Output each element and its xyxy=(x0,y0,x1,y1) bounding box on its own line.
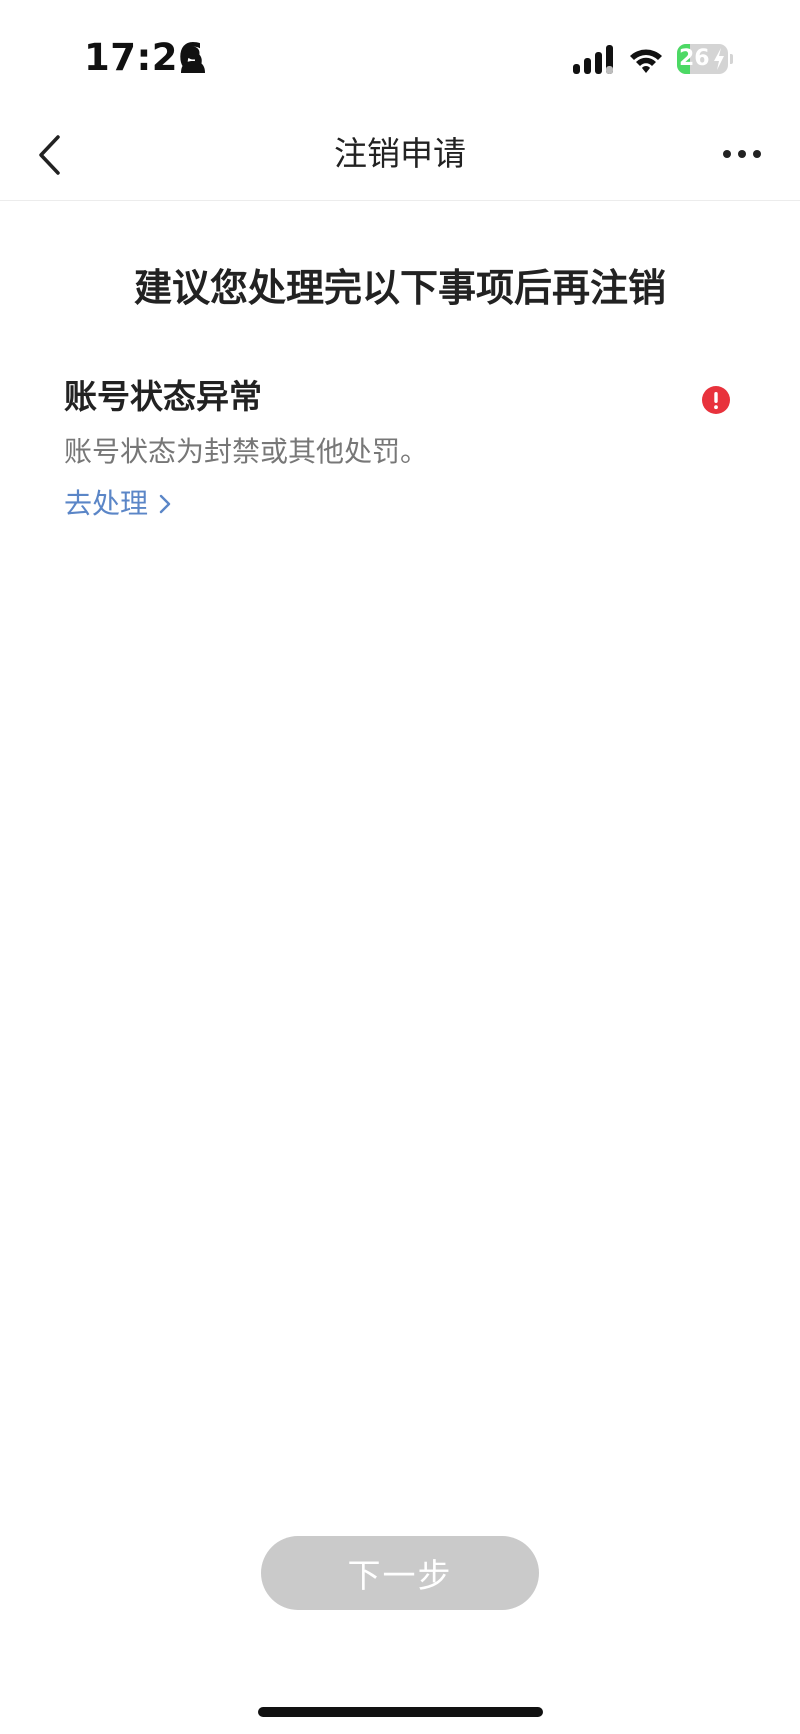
charging-bolt-icon xyxy=(714,48,724,70)
battery-body: 26 xyxy=(677,44,728,74)
nav-bar: 注销申请 xyxy=(0,110,800,201)
chevron-right-icon xyxy=(159,494,171,514)
issue-title: 账号状态异常 xyxy=(64,377,262,416)
page-title: 注销申请 xyxy=(334,134,466,173)
person-icon xyxy=(181,46,205,73)
home-indicator xyxy=(258,1707,543,1717)
alert-icon xyxy=(702,386,730,414)
more-dots-icon xyxy=(723,150,761,158)
battery-cap xyxy=(730,54,733,64)
back-button[interactable] xyxy=(22,128,76,182)
handle-issue-label: 去处理 xyxy=(64,487,149,520)
headline: 建议您处理完以下事项后再注销 xyxy=(133,266,666,310)
issue-description: 账号状态为封禁或其他处罚。 xyxy=(64,435,429,468)
battery-level: 26 xyxy=(679,46,710,71)
wifi-icon xyxy=(630,49,662,73)
next-step-button[interactable]: 下一步 xyxy=(261,1536,539,1610)
chevron-left-icon xyxy=(39,135,60,175)
cellular-signal-icon xyxy=(573,45,613,74)
battery-icon: 26 xyxy=(677,44,733,74)
issue-item: 账号状态异常 账号状态为封禁或其他处罚。 去处理 xyxy=(64,370,744,530)
more-button[interactable] xyxy=(714,130,770,178)
status-bar: 17:26 26 xyxy=(0,0,800,110)
handle-issue-link[interactable]: 去处理 xyxy=(64,482,172,526)
